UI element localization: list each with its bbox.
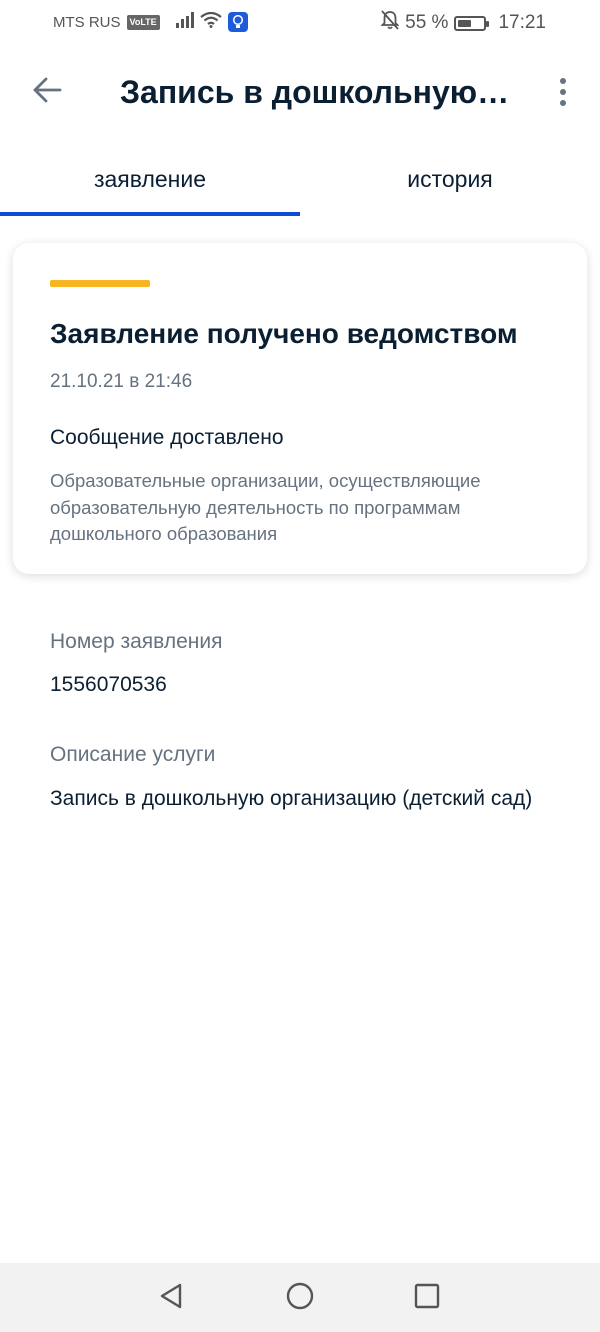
recents-square-icon xyxy=(413,1282,441,1315)
tab-history[interactable]: история xyxy=(300,140,600,218)
carrier-name: MTS RUS xyxy=(53,13,121,31)
nav-back-button[interactable] xyxy=(153,1280,189,1316)
volte-badge: VoLTE xyxy=(126,14,160,30)
lightbulb-icon xyxy=(227,12,248,32)
app-bar: Запись в дошкольную организацию (детский… xyxy=(0,56,600,126)
wifi-icon xyxy=(199,11,222,32)
status-bar: MTS RUS VoLTE 55 % 17:21 xyxy=(0,0,600,44)
recipient-organization: Образовательные организации, осуществляю… xyxy=(50,470,481,544)
service-description-label: Описание услуги xyxy=(50,743,216,766)
status-card: Заявление получено ведомством 21.10.21 в… xyxy=(13,243,587,574)
more-vertical-icon-dot xyxy=(560,89,566,95)
nav-recents-button[interactable] xyxy=(409,1280,445,1316)
signal-icon xyxy=(175,12,194,32)
arrow-left-icon xyxy=(32,77,62,108)
status-message: Сообщение доставлено xyxy=(50,426,284,449)
battery-level xyxy=(458,19,472,27)
back-triangle-icon xyxy=(158,1282,184,1315)
system-nav-bar xyxy=(0,1263,600,1332)
status-accent-bar xyxy=(50,280,150,287)
battery-percent: 55 % xyxy=(405,12,449,33)
service-description-value: Запись в дошкольную организацию (детский… xyxy=(50,787,533,810)
back-button[interactable] xyxy=(27,72,67,112)
page-title: Запись в дошкольную организацию (детский… xyxy=(120,74,510,110)
tab-application[interactable]: заявление xyxy=(0,140,300,218)
status-title: Заявление получено ведомством xyxy=(50,318,518,349)
application-number-label: Номер заявления xyxy=(50,630,223,653)
tab-bar: заявление история xyxy=(0,140,600,218)
nav-home-button[interactable] xyxy=(282,1280,318,1316)
more-vertical-icon-dot xyxy=(560,78,566,84)
more-vertical-icon-dot xyxy=(560,100,566,106)
mute-bell-icon xyxy=(380,10,400,36)
home-circle-icon xyxy=(285,1281,315,1316)
more-options-button[interactable] xyxy=(548,72,578,112)
application-number-value: 1556070536 xyxy=(50,673,167,696)
status-bar-left: MTS RUS VoLTE xyxy=(53,11,248,32)
battery-icon xyxy=(454,15,490,31)
status-date: 21.10.21 в 21:46 xyxy=(50,371,193,392)
status-bar-right: 55 % 17:21 xyxy=(380,10,546,36)
clock: 17:21 xyxy=(498,12,546,33)
